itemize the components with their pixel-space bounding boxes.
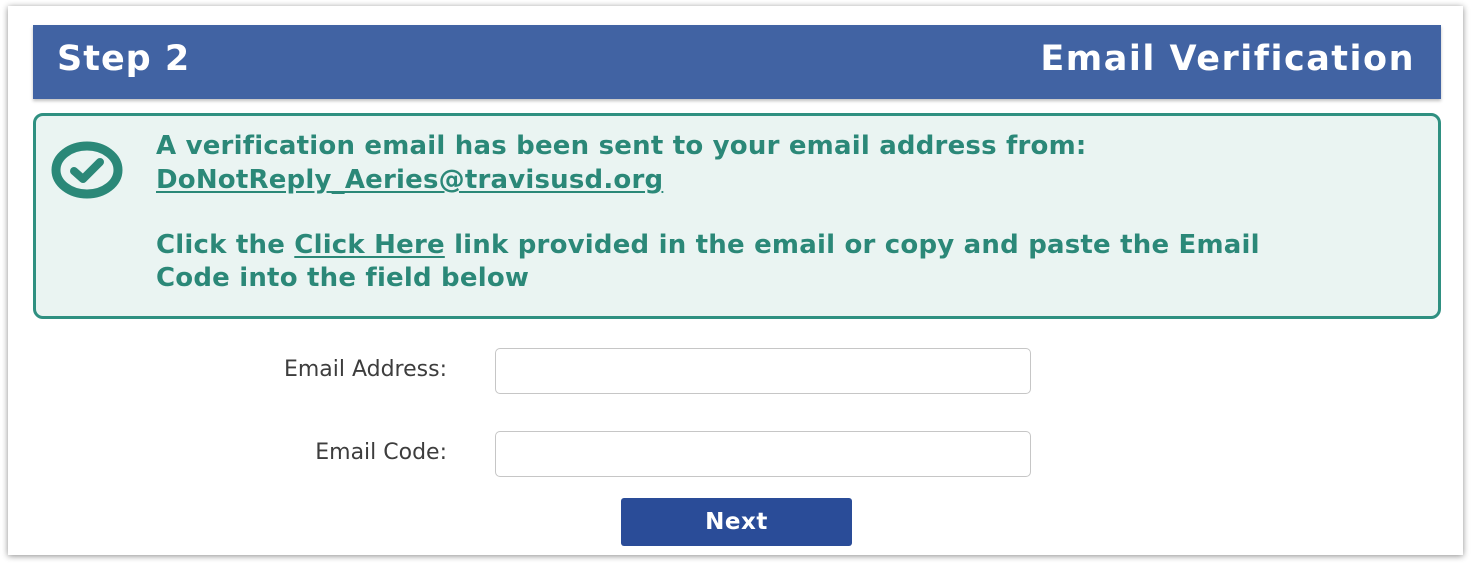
instruction-prefix: Click the: [156, 230, 295, 260]
email-code-input[interactable]: [495, 431, 1031, 477]
check-circle-icon: [50, 141, 124, 199]
step-number: Step 2: [57, 39, 191, 79]
email-address-input[interactable]: [495, 348, 1031, 394]
alert-instruction-continued: Code into the field below: [156, 263, 530, 293]
step-header: Step 2 Email Verification: [33, 25, 1441, 99]
instruction-suffix: link provided in the email or copy and p…: [444, 230, 1260, 260]
email-address-label: Email Address:: [283, 357, 447, 382]
alert-message: A verification email has been sent to yo…: [156, 131, 1087, 161]
verification-alert: A verification email has been sent to yo…: [33, 113, 1441, 319]
click-here-link[interactable]: Click Here: [294, 230, 445, 260]
alert-instruction-line: Click the Click Here link provided in th…: [156, 230, 1260, 260]
page-title: Email Verification: [1040, 39, 1415, 79]
sender-email-link[interactable]: DoNotReply_Aeries@travisusd.org: [156, 165, 663, 195]
email-code-label: Email Code:: [315, 440, 447, 465]
alert-sender-line: DoNotReply_Aeries@travisusd.org: [156, 165, 663, 195]
next-button[interactable]: Next: [621, 498, 852, 546]
